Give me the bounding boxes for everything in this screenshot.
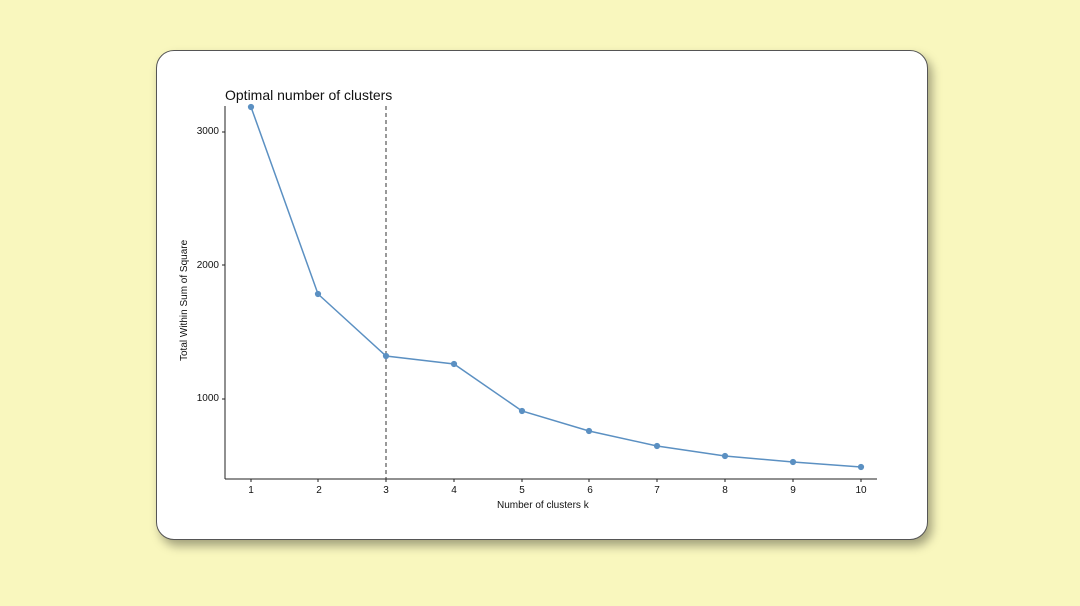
data-point bbox=[451, 361, 456, 366]
data-point bbox=[722, 453, 727, 458]
data-point bbox=[315, 291, 320, 296]
data-point bbox=[519, 408, 524, 413]
data-line bbox=[251, 107, 861, 467]
data-point bbox=[248, 104, 253, 109]
data-point bbox=[790, 459, 795, 464]
chart-card: Optimal number of clusters Total Within … bbox=[156, 50, 928, 540]
chart-svg bbox=[157, 51, 927, 539]
data-point bbox=[654, 443, 659, 448]
data-point bbox=[858, 464, 863, 469]
chart-plot: Optimal number of clusters Total Within … bbox=[157, 51, 927, 539]
data-point bbox=[383, 353, 388, 358]
data-points bbox=[248, 104, 863, 469]
data-point bbox=[586, 428, 591, 433]
